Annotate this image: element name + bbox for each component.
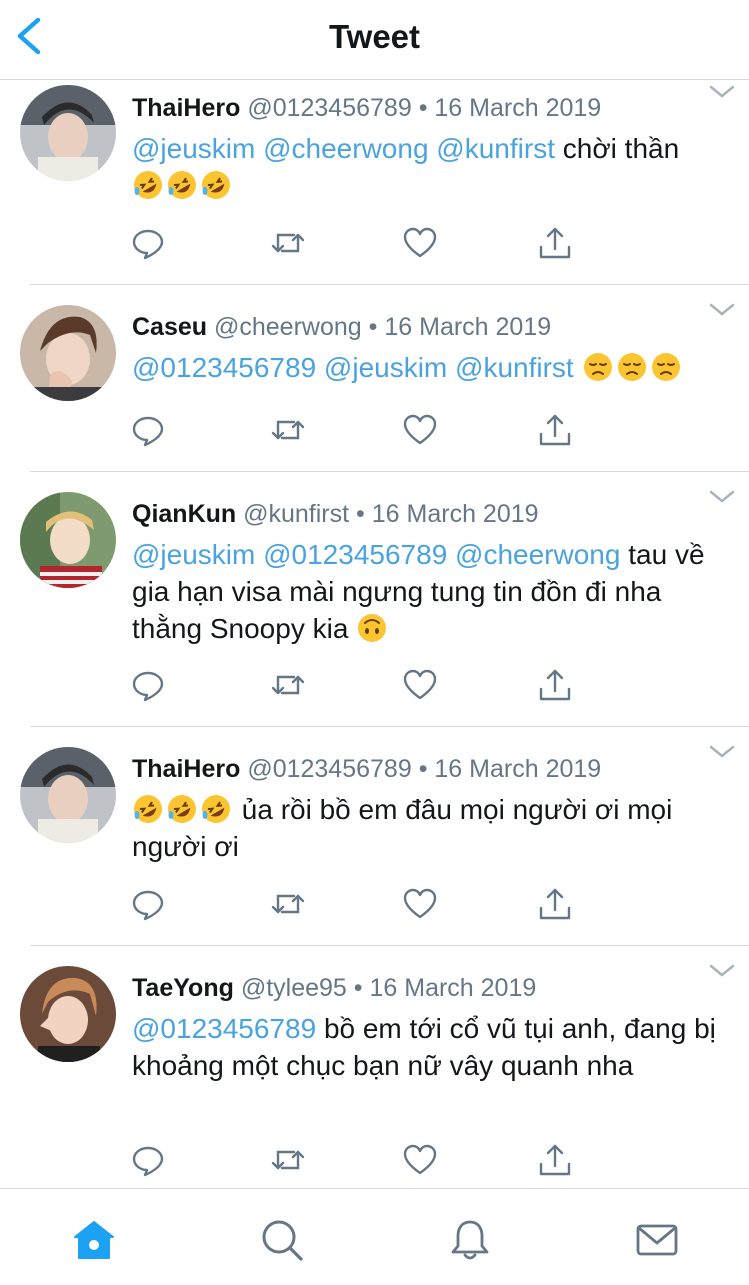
page-title: Tweet: [328, 18, 421, 55]
disappointed-face-icon: [582, 351, 614, 383]
tweet-text: @0123456789 bồ em tới cổ vũ tụi anh, đan…: [132, 1010, 722, 1084]
tweet-meta: ThaiHero @0123456789 • 16 March 2019: [132, 93, 722, 123]
retweet-icon[interactable]: [270, 886, 306, 922]
avatar[interactable]: [20, 305, 116, 401]
upside-down-face-icon: [356, 612, 388, 644]
mention-links[interactable]: @jeuskim @0123456789 @cheerwong: [132, 539, 620, 570]
mention-links[interactable]: @0123456789: [132, 1013, 316, 1044]
retweet-icon[interactable]: [270, 225, 306, 261]
author-name[interactable]: TaeYong: [132, 974, 234, 1002]
share-icon[interactable]: [537, 886, 573, 922]
share-icon[interactable]: [537, 225, 573, 261]
reply-icon[interactable]: [130, 886, 166, 922]
tweet-meta: ThaiHero @0123456789 • 16 March 2019: [132, 754, 722, 784]
separator-dot: •: [418, 94, 428, 122]
chevron-down-icon[interactable]: [709, 964, 735, 978]
tweet-text: @jeuskim @cheerwong @kunfirst chời thần: [132, 130, 722, 204]
tweet[interactable]: QianKun @kunfirst • 16 March 2019 @jeusk…: [0, 472, 749, 727]
tweet-meta: QianKun @kunfirst • 16 March 2019: [132, 499, 722, 529]
chevron-down-icon[interactable]: [709, 85, 735, 99]
rolling-on-floor-laughing-icon: [166, 169, 198, 201]
tweet-body: chời thần: [562, 133, 680, 164]
reply-icon[interactable]: [130, 412, 166, 448]
avatar[interactable]: [20, 492, 116, 588]
reply-icon[interactable]: [130, 1142, 166, 1178]
tweet[interactable]: ThaiHero @0123456789 • 16 March 2019 @je…: [0, 81, 749, 285]
tweet-meta: Caseu @cheerwong • 16 March 2019: [132, 312, 722, 342]
separator-dot: •: [418, 755, 428, 783]
chevron-down-icon[interactable]: [709, 745, 735, 759]
chevron-down-icon[interactable]: [709, 490, 735, 504]
share-icon[interactable]: [537, 412, 573, 448]
chevron-down-icon[interactable]: [709, 303, 735, 317]
bottom-tab-bar: [0, 1188, 749, 1285]
reply-icon[interactable]: [130, 667, 166, 703]
separator-dot: •: [368, 313, 378, 341]
author-name[interactable]: ThaiHero: [132, 94, 240, 122]
tweet-date: 16 March 2019: [434, 755, 602, 783]
avatar[interactable]: [20, 747, 116, 843]
author-handle[interactable]: @cheerwong: [214, 313, 362, 341]
author-name[interactable]: ThaiHero: [132, 755, 240, 783]
tweet-date: 16 March 2019: [369, 974, 537, 1002]
tweet-text: ủa rồi bồ em đâu mọi người ơi mọi người …: [132, 791, 722, 865]
retweet-icon[interactable]: [270, 412, 306, 448]
share-icon[interactable]: [537, 667, 573, 703]
separator-dot: •: [356, 500, 365, 528]
rolling-on-floor-laughing-icon: [166, 793, 198, 825]
rolling-on-floor-laughing-icon: [132, 169, 164, 201]
notifications-icon[interactable]: [447, 1217, 493, 1263]
rolling-on-floor-laughing-icon: [200, 169, 232, 201]
app-header: Tweet: [0, 0, 749, 80]
mention-links[interactable]: @0123456789 @jeuskim @kunfirst: [132, 352, 574, 383]
avatar[interactable]: [20, 85, 116, 181]
tweet[interactable]: ThaiHero @0123456789 • 16 March 2019 ủa …: [0, 727, 749, 946]
author-handle[interactable]: @kunfirst: [243, 500, 349, 528]
retweet-icon[interactable]: [270, 667, 306, 703]
rolling-on-floor-laughing-icon: [132, 793, 164, 825]
separator-dot: •: [353, 974, 363, 1002]
avatar[interactable]: [20, 966, 116, 1062]
tweet-date: 16 March 2019: [371, 500, 539, 528]
mention-links[interactable]: @jeuskim @cheerwong @kunfirst: [132, 133, 555, 164]
home-icon[interactable]: [71, 1217, 117, 1263]
tweet-text: @jeuskim @0123456789 @cheerwong tau về g…: [132, 536, 722, 647]
like-icon[interactable]: [402, 667, 438, 703]
like-icon[interactable]: [402, 1142, 438, 1178]
tweet-meta: TaeYong @tylee95 • 16 March 2019: [132, 973, 722, 1003]
author-handle[interactable]: @0123456789: [247, 755, 411, 783]
messages-icon[interactable]: [634, 1217, 680, 1263]
search-icon[interactable]: [259, 1217, 305, 1263]
like-icon[interactable]: [402, 886, 438, 922]
tweet-date: 16 March 2019: [434, 94, 602, 122]
rolling-on-floor-laughing-icon: [200, 793, 232, 825]
share-icon[interactable]: [537, 1142, 573, 1178]
author-name[interactable]: QianKun: [132, 500, 236, 528]
author-name[interactable]: Caseu: [132, 313, 207, 341]
disappointed-face-icon: [650, 351, 682, 383]
like-icon[interactable]: [402, 412, 438, 448]
tweet[interactable]: TaeYong @tylee95 • 16 March 2019 @012345…: [0, 946, 749, 1188]
tweet-text: @0123456789 @jeuskim @kunfirst: [132, 349, 722, 386]
tweet[interactable]: Caseu @cheerwong • 16 March 2019 @012345…: [0, 285, 749, 472]
disappointed-face-icon: [616, 351, 648, 383]
author-handle[interactable]: @0123456789: [247, 94, 411, 122]
tweet-date: 16 March 2019: [384, 313, 552, 341]
reply-icon[interactable]: [130, 225, 166, 261]
like-icon[interactable]: [402, 225, 438, 261]
retweet-icon[interactable]: [270, 1142, 306, 1178]
author-handle[interactable]: @tylee95: [241, 974, 347, 1002]
